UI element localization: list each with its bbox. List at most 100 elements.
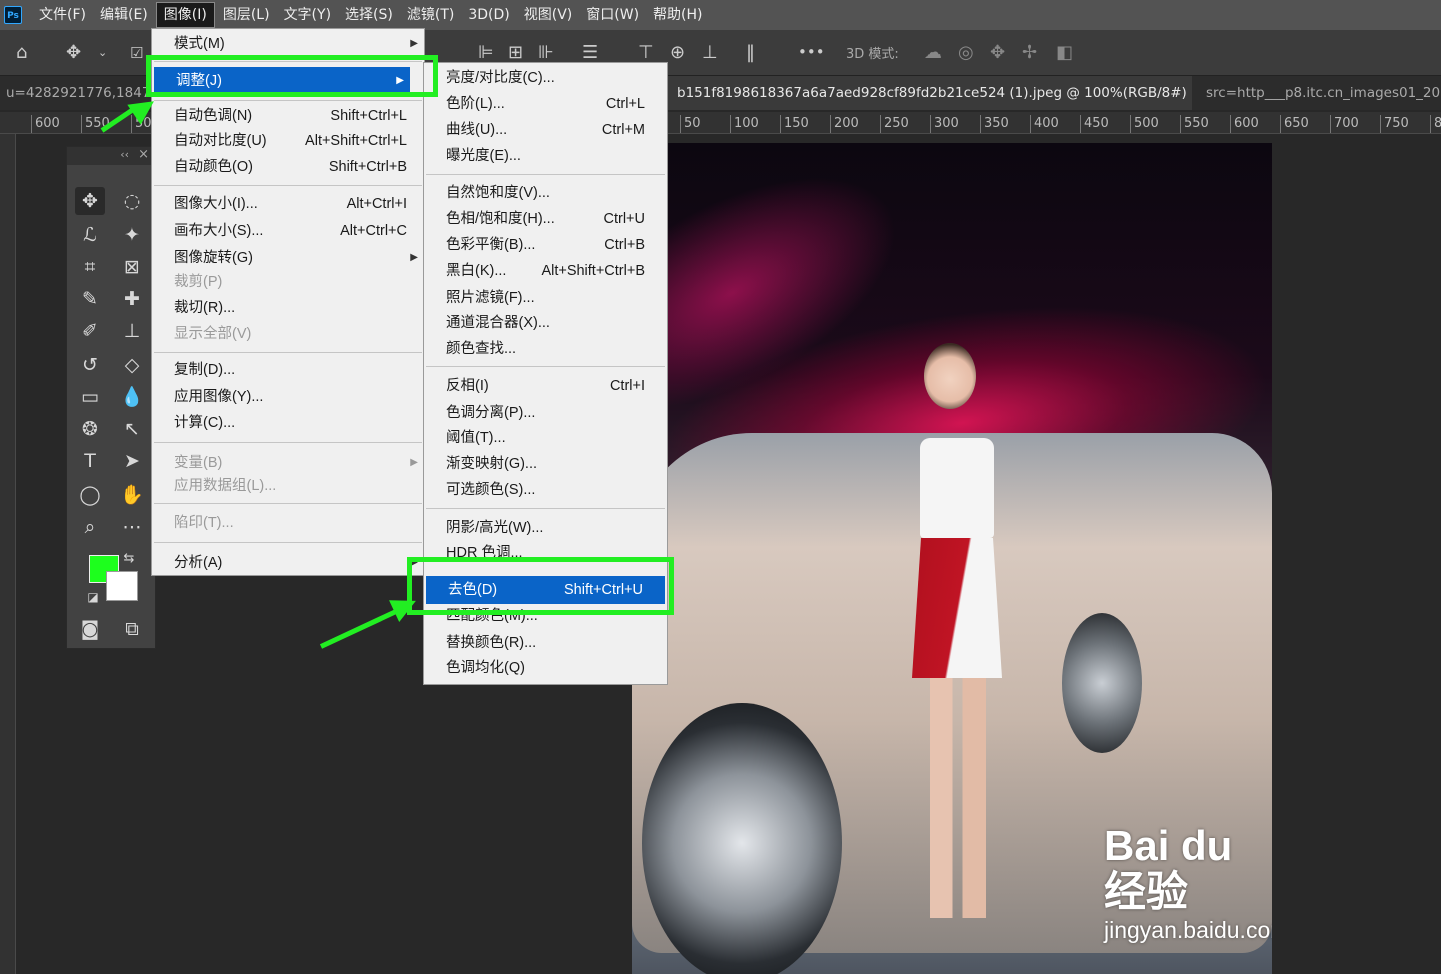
menu-item-color-balance[interactable]: 色彩平衡(B)... Ctrl+B	[424, 232, 667, 258]
distribute-vertical-icon[interactable]: ‖	[746, 40, 755, 66]
gradient-tool-icon[interactable]: ▭	[75, 383, 105, 411]
screen-mode-icon[interactable]: ⧉	[117, 615, 147, 643]
collapse-icon[interactable]: ‹‹	[120, 148, 129, 161]
move-tool-icon[interactable]: ✥	[75, 187, 105, 215]
frame-tool-icon[interactable]: ⊠	[117, 253, 147, 281]
healing-brush-icon[interactable]: ✚	[117, 285, 147, 313]
menu-layer[interactable]: 图层(L)	[216, 0, 277, 30]
menu-item-calculations[interactable]: 计算(C)...	[152, 410, 424, 436]
menu-item-analysis[interactable]: 分析(A) ▶	[152, 550, 424, 576]
3d-camera-icon[interactable]: ◧	[1056, 40, 1073, 66]
quick-mask-icon[interactable]: ◙	[75, 615, 105, 643]
brush-tool-icon[interactable]: ✐	[75, 317, 105, 345]
menu-item-label: 可选颜色(S)...	[446, 482, 536, 498]
home-icon[interactable]: ⌂	[16, 40, 27, 66]
menu-type[interactable]: 文字(Y)	[277, 0, 338, 30]
menu-item-auto-tone[interactable]: 自动色调(N) Shift+Ctrl+L	[152, 103, 424, 129]
menu-item-threshold[interactable]: 阈值(T)...	[424, 425, 667, 451]
ruler-tick: 650	[1280, 115, 1309, 133]
menu-item-hue-saturation[interactable]: 色相/饱和度(H)... Ctrl+U	[424, 206, 667, 232]
zoom-tool-icon[interactable]: ⌕	[75, 513, 105, 541]
crop-tool-icon[interactable]: ⌗	[75, 253, 105, 281]
menu-item-label: 应用数据组(L)...	[174, 478, 277, 494]
menu-select[interactable]: 选择(S)	[338, 0, 400, 30]
default-colors-icon[interactable]: ◪	[83, 587, 103, 607]
eraser-icon[interactable]: ◇	[117, 351, 147, 379]
menu-filter[interactable]: 滤镜(T)	[400, 0, 461, 30]
menu-item-equalize[interactable]: 色调均化(Q)	[424, 655, 667, 681]
eyedropper-icon[interactable]: ✎	[75, 285, 105, 313]
dodge-tool-icon[interactable]: ❂	[75, 415, 105, 443]
menu-item-invert[interactable]: 反相(I) Ctrl+I	[424, 373, 667, 399]
hand-tool-icon[interactable]: ✋	[117, 481, 147, 509]
lasso-tool-icon[interactable]: ℒ	[75, 221, 105, 249]
menu-item-curves[interactable]: 曲线(U)... Ctrl+M	[424, 117, 667, 143]
more-options-button[interactable]: •••	[798, 43, 825, 61]
menu-item-brightness-contrast[interactable]: 亮度/对比度(C)...	[424, 65, 667, 91]
more-tools-icon[interactable]: ⋯	[117, 513, 147, 541]
magic-wand-icon[interactable]: ✦	[117, 221, 147, 249]
menu-item-replace-color[interactable]: 替换颜色(R)...	[424, 630, 667, 656]
tab-title: b151f8198618367a6a7aed928cf89fd2b21ce524…	[677, 85, 1187, 101]
ruler-tick: 600	[1230, 115, 1259, 133]
3d-rotate-icon[interactable]: ☁	[924, 40, 942, 66]
menu-item-exposure[interactable]: 曝光度(E)...	[424, 143, 667, 169]
3d-pan-icon[interactable]: ✥	[990, 40, 1005, 66]
swap-colors-icon[interactable]: ⇆	[119, 549, 139, 569]
menu-file[interactable]: 文件(F)	[32, 0, 93, 30]
menu-item-shortcut: Ctrl+L	[605, 96, 645, 112]
menu-item-photo-filter[interactable]: 照片滤镜(F)...	[424, 285, 667, 311]
ruler-tick: 250	[880, 115, 909, 133]
menu-item-posterize[interactable]: 色调分离(P)...	[424, 400, 667, 426]
align-bottom-icon[interactable]: ⊥	[702, 40, 718, 66]
close-icon[interactable]: ×	[138, 147, 149, 162]
tools-panel-header[interactable]: ‹‹ ×	[67, 147, 155, 165]
menu-view[interactable]: 视图(V)	[517, 0, 580, 30]
pen-tool-icon[interactable]: ↖	[117, 415, 147, 443]
menu-item-mode[interactable]: 模式(M) ▶	[152, 31, 424, 57]
menu-window[interactable]: 窗口(W)	[579, 0, 646, 30]
auto-select-checkbox[interactable]: ☑	[130, 40, 143, 66]
menu-3d[interactable]: 3D(D)	[461, 0, 516, 30]
menu-item-levels[interactable]: 色阶(L)... Ctrl+L	[424, 91, 667, 117]
highlight-box-desaturate	[407, 557, 674, 615]
move-tool-icon[interactable]: ✥	[66, 40, 81, 66]
history-brush-icon[interactable]: ↺	[75, 351, 105, 379]
menu-item-selective-color[interactable]: 可选颜色(S)...	[424, 477, 667, 503]
menu-item-label: 自动颜色(O)	[174, 159, 253, 175]
menu-edit[interactable]: 编辑(E)	[93, 0, 155, 30]
menu-item-canvas-size[interactable]: 画布大小(S)... Alt+Ctrl+C	[152, 218, 424, 244]
tab-document-2[interactable]: b151f8198618367a6a7aed928cf89fd2b21ce524…	[668, 76, 1192, 110]
menu-item-image-rotation[interactable]: 图像旋转(G) ▶	[152, 245, 424, 271]
menu-item-label: 裁切(R)...	[174, 300, 236, 316]
menu-item-trim[interactable]: 裁切(R)...	[152, 295, 424, 321]
menu-item-vibrance[interactable]: 自然饱和度(V)...	[424, 180, 667, 206]
marquee-tool-icon[interactable]: ◌	[117, 187, 147, 215]
path-selection-icon[interactable]: ➤	[117, 447, 147, 475]
menu-item-apply-image[interactable]: 应用图像(Y)...	[152, 384, 424, 410]
menu-item-channel-mixer[interactable]: 通道混合器(X)...	[424, 310, 667, 336]
menu-item-auto-contrast[interactable]: 自动对比度(U) Alt+Shift+Ctrl+L	[152, 128, 424, 154]
stamp-tool-icon[interactable]: ⊥	[117, 317, 147, 345]
menu-item-shortcut: Ctrl+M	[601, 122, 645, 138]
menu-item-image-size[interactable]: 图像大小(I)... Alt+Ctrl+I	[152, 191, 424, 217]
menu-item-gradient-map[interactable]: 渐变映射(G)...	[424, 451, 667, 477]
3d-roll-icon[interactable]: ◎	[958, 40, 974, 66]
menu-item-duplicate[interactable]: 复制(D)...	[152, 357, 424, 383]
ellipse-tool-icon[interactable]: ◯	[75, 481, 105, 509]
menu-item-shadows-highlights[interactable]: 阴影/高光(W)...	[424, 515, 667, 541]
chevron-down-icon[interactable]: ⌄	[98, 40, 107, 66]
document-canvas[interactable]: Bai du 经验 jingyan.baidu.com	[632, 143, 1272, 974]
menu-item-black-white[interactable]: 黑白(K)... Alt+Shift+Ctrl+B	[424, 258, 667, 284]
background-color-swatch[interactable]	[106, 571, 138, 601]
menu-item-color-lookup[interactable]: 颜色查找...	[424, 336, 667, 362]
align-middle-icon[interactable]: ⊕	[670, 40, 685, 66]
type-tool-icon[interactable]: T	[75, 447, 105, 475]
menu-image[interactable]: 图像(I)	[155, 2, 215, 28]
blur-tool-icon[interactable]: 💧	[117, 383, 147, 411]
tab-document-3[interactable]: src=http___p8.itc.cn_images01_2020	[1196, 76, 1441, 110]
menu-help[interactable]: 帮助(H)	[646, 0, 709, 30]
3d-slide-icon[interactable]: ✢	[1022, 40, 1037, 66]
menu-item-auto-color[interactable]: 自动颜色(O) Shift+Ctrl+B	[152, 154, 424, 180]
menu-divider	[154, 100, 422, 101]
